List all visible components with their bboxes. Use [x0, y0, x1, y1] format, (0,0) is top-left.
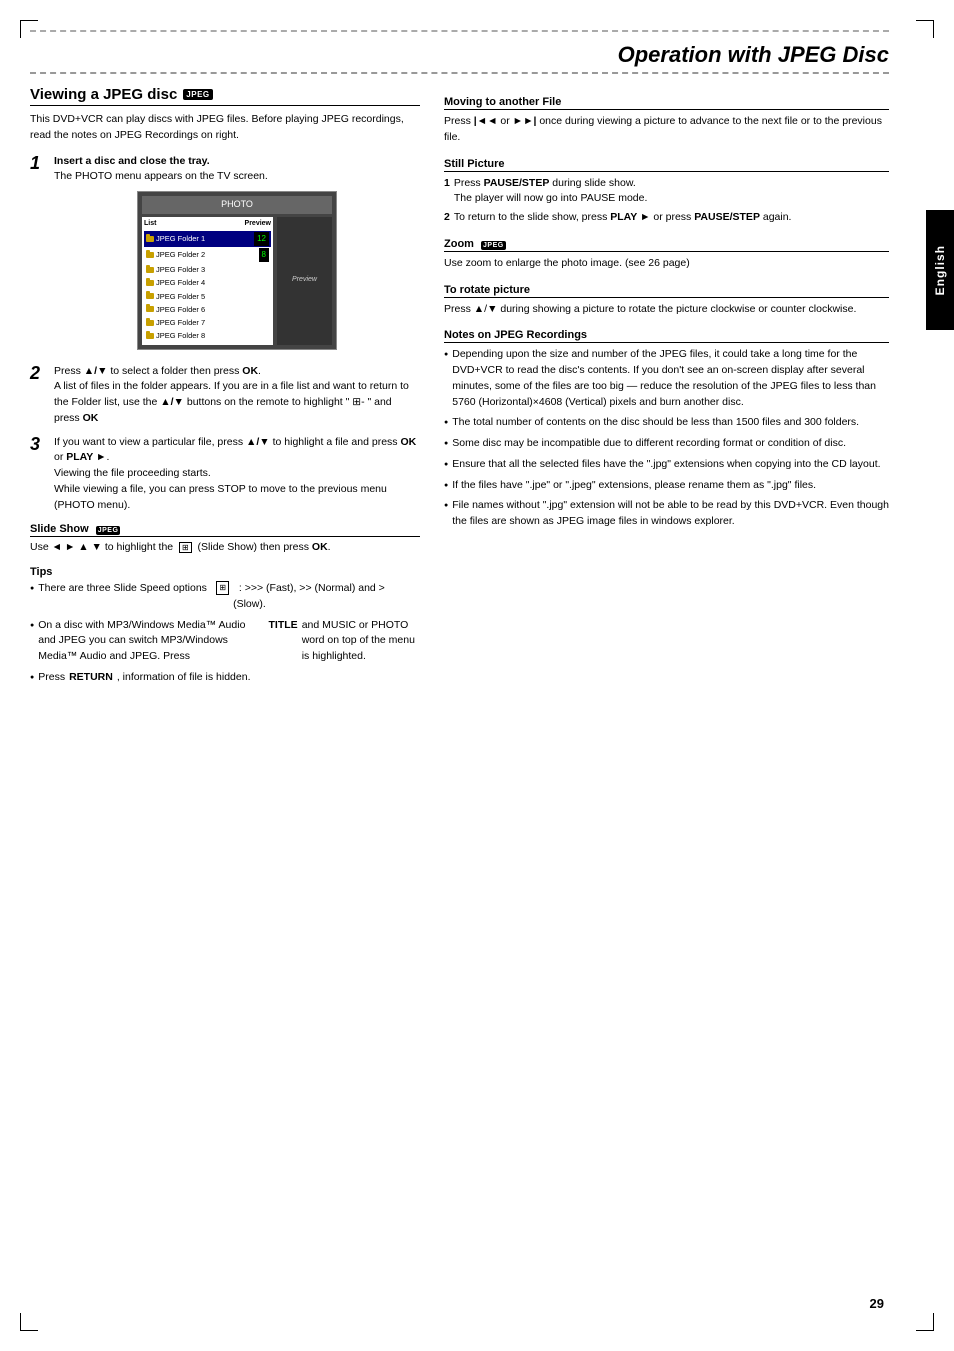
jpeg-badge-zoom: JPEG [481, 241, 506, 250]
tip-item-2: Press RETURN, information of file is hid… [30, 670, 420, 686]
photo-preview-panel: Preview [277, 217, 332, 345]
jpeg-badge-slideshow: JPEG [96, 526, 121, 535]
note-item-1: The total number of contents on the disc… [444, 415, 889, 431]
zoom-body: Use zoom to enlarge the photo image. (se… [444, 256, 889, 272]
note-item-2: Some disc may be incompatible due to dif… [444, 436, 889, 452]
folder-item-5: JPEG Folder 6 [144, 303, 271, 316]
two-col-layout: Viewing a JPEG disc JPEG This DVD+VCR ca… [30, 86, 889, 691]
folder-item-3: JPEG Folder 4 [144, 276, 271, 289]
tips-section: Tips There are three Slide Speed options… [30, 566, 420, 686]
folder-icon [146, 236, 154, 242]
moving-body: Press |◄◄ or ►►| once during viewing a p… [444, 114, 889, 146]
folder-icon [146, 333, 154, 339]
folder-icon [146, 306, 154, 312]
step1-title: Insert a disc and close the tray. [54, 155, 210, 167]
viewing-section-heading: Viewing a JPEG disc JPEG [30, 86, 420, 106]
folder-icon [146, 293, 154, 299]
photo-menu-title: PHOTO [142, 196, 332, 214]
tip-item-1: On a disc with MP3/Windows Media™ Audio … [30, 618, 420, 665]
still-picture-content: 1 Press PAUSE/STEP during slide show.The… [444, 176, 889, 226]
step1-body: The PHOTO menu appears on the TV screen. [54, 170, 268, 182]
step-1: 1 Insert a disc and close the tray. The … [30, 154, 420, 356]
rotate-body: Press ▲/▼ during showing a picture to ro… [444, 302, 889, 318]
folder-item-1: JPEG Folder 2 8 [144, 247, 271, 263]
step-2: 2 Press ▲/▼ to select a folder then pres… [30, 364, 420, 427]
folder-item-6: JPEG Folder 7 [144, 316, 271, 329]
preview-label: Preview [245, 219, 271, 230]
moving-section: Moving to another File Press |◄◄ or ►►| … [444, 96, 889, 146]
step-3: 3 If you want to view a particular file,… [30, 435, 420, 514]
folder-item-4: JPEG Folder 5 [144, 290, 271, 303]
left-column: Viewing a JPEG disc JPEG This DVD+VCR ca… [30, 86, 420, 691]
still-step2: 2 To return to the slide show, press PLA… [444, 210, 889, 226]
language-tab: English [926, 210, 954, 330]
step2-content: Press ▲/▼ to select a folder then press … [54, 364, 420, 427]
photo-menu-screenshot: PHOTO List Preview JPEG Folder 1 [137, 191, 337, 350]
folder-icon [146, 267, 154, 273]
folder-icon [146, 252, 154, 258]
page-container: English Operation with JPEG Disc Viewing… [30, 30, 924, 1321]
page-title: Operation with JPEG Disc [30, 30, 889, 74]
still-step1: 1 Press PAUSE/STEP during slide show.The… [444, 176, 889, 208]
jpeg-badge-viewing: JPEG [183, 89, 212, 100]
still-picture-section: Still Picture 1 Press PAUSE/STEP during … [444, 158, 889, 226]
slide-show-heading: Slide Show JPEG [30, 523, 420, 537]
note-item-4: If the files have ".jpe" or ".jpeg" exte… [444, 478, 889, 494]
photo-menu-list: List Preview JPEG Folder 1 12 [142, 217, 273, 345]
folder-item-0: JPEG Folder 1 12 [144, 231, 271, 247]
page-number: 29 [870, 1296, 884, 1311]
step3-content: If you want to view a particular file, p… [54, 435, 420, 514]
notes-list: Depending upon the size and number of th… [444, 347, 889, 530]
tips-list: There are three Slide Speed options ⊞ : … [30, 581, 420, 686]
folder-item-7: JPEG Folder 8 [144, 329, 271, 342]
note-item-5: File names without ".jpg" extension will… [444, 498, 889, 530]
folder-icon [146, 280, 154, 286]
zoom-section: Zoom JPEG Use zoom to enlarge the photo … [444, 238, 889, 272]
moving-heading: Moving to another File [444, 96, 889, 110]
list-label: List [144, 219, 156, 230]
note-item-3: Ensure that all the selected files have … [444, 457, 889, 473]
folder-item-2: JPEG Folder 3 [144, 263, 271, 276]
slide-show-section: Slide Show JPEG Use ◄ ► ▲ ▼ to highlight… [30, 523, 420, 556]
intro-text: This DVD+VCR can play discs with JPEG fi… [30, 112, 420, 144]
counter: 8 [259, 248, 269, 262]
folder-icon [146, 320, 154, 326]
tips-heading: Tips [30, 566, 420, 578]
slide-show-body: Use ◄ ► ▲ ▼ to highlight the ⊞ (Slide Sh… [30, 540, 420, 556]
notes-section: Notes on JPEG Recordings Depending upon … [444, 329, 889, 530]
photo-menu-header: List Preview [144, 219, 271, 230]
counter: 12 [254, 232, 269, 246]
rotate-section: To rotate picture Press ▲/▼ during showi… [444, 284, 889, 318]
notes-heading: Notes on JPEG Recordings [444, 329, 889, 343]
rotate-heading: To rotate picture [444, 284, 889, 298]
zoom-heading: Zoom JPEG [444, 238, 889, 252]
photo-menu-inner: List Preview JPEG Folder 1 12 [142, 217, 332, 345]
right-column: Moving to another File Press |◄◄ or ►►| … [444, 86, 889, 691]
still-picture-heading: Still Picture [444, 158, 889, 172]
note-item-0: Depending upon the size and number of th… [444, 347, 889, 410]
tip-item-0: There are three Slide Speed options ⊞ : … [30, 581, 420, 613]
